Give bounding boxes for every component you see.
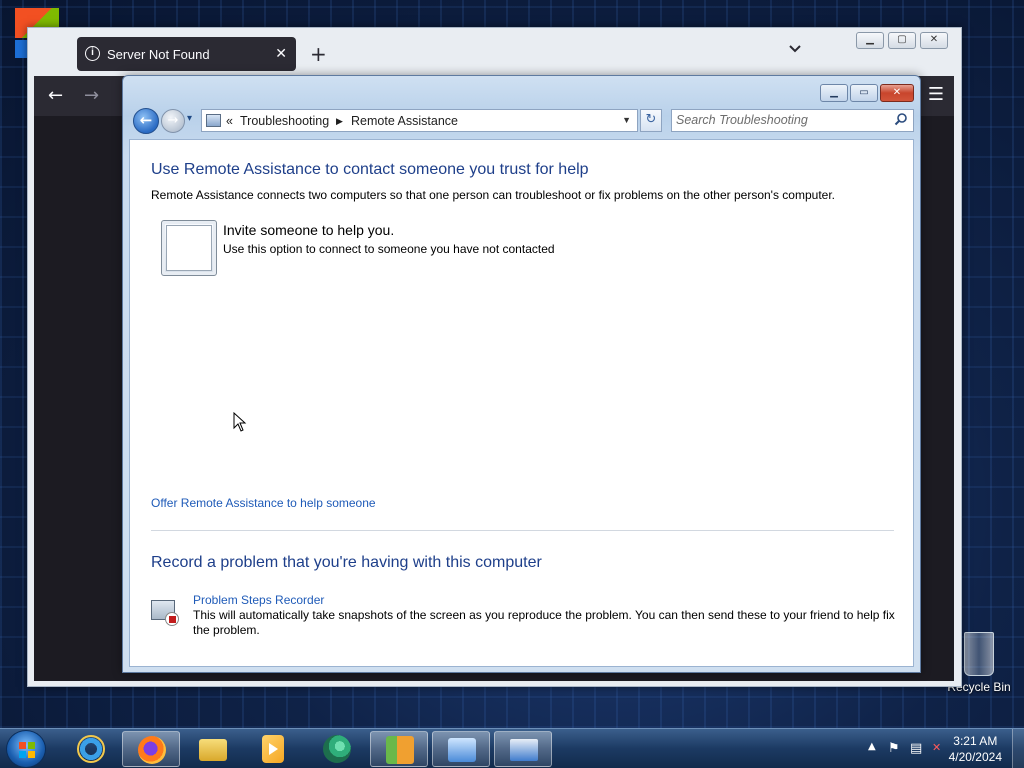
- problem-steps-recorder-icon[interactable]: [151, 598, 181, 626]
- start-button[interactable]: [6, 730, 46, 768]
- recent-pages-dropdown[interactable]: ▾: [187, 113, 192, 124]
- remote-assistance-description: Remote Assistance connects two computers…: [151, 188, 835, 202]
- window-close-button[interactable]: ✕: [880, 84, 914, 102]
- internet-explorer-icon: [77, 735, 105, 763]
- network-icon[interactable]: ▤: [910, 741, 926, 757]
- taskbar: ▲ ⚑ ▤ ✕ 3:21 AM 4/20/2024: [0, 728, 1024, 768]
- address-overflow-chevron[interactable]: «: [226, 114, 233, 128]
- explorer-toolbar: ← → ▾ « Troubleshooting ▶ Remote Assista…: [131, 107, 916, 135]
- remote-assistance-window: ▁ ▭ ✕ ← → ▾ « Troubleshooting ▶ Remote A…: [122, 75, 921, 673]
- problem-steps-recorder-link[interactable]: Problem Steps Recorder: [193, 593, 324, 607]
- tab-close-button[interactable]: ✕: [275, 45, 287, 62]
- folder-icon: [199, 739, 227, 761]
- taskbar-media-player[interactable]: [244, 731, 302, 767]
- volume-muted-icon[interactable]: ✕: [932, 741, 948, 757]
- nav-forward-button[interactable]: →: [161, 109, 185, 133]
- search-icon[interactable]: [894, 112, 908, 129]
- media-player-icon: [262, 735, 284, 763]
- taskbar-control-panel[interactable]: [370, 731, 428, 767]
- taskbar-remote-desktop[interactable]: [432, 731, 490, 767]
- nav-back-button[interactable]: ←: [133, 108, 159, 134]
- browser-tab[interactable]: i Server Not Found ✕: [77, 37, 296, 71]
- taskbar-browser-app[interactable]: [308, 731, 366, 767]
- browser-menu-button[interactable]: ☰: [928, 84, 944, 105]
- firefox-icon: [138, 736, 166, 764]
- recycle-bin-icon: [964, 632, 994, 676]
- list-all-tabs-button[interactable]: [788, 43, 802, 58]
- browser-tab-strip: i Server Not Found ✕ + ▁ ▢ ✕: [28, 28, 961, 76]
- search-box: [671, 109, 914, 132]
- clock-date: 4/20/2024: [948, 750, 1002, 764]
- taskbar-display-app[interactable]: [494, 731, 552, 767]
- address-bar[interactable]: « Troubleshooting ▶ Remote Assistance ▼: [201, 109, 638, 132]
- action-center-flag-icon[interactable]: ⚑: [888, 741, 904, 757]
- problem-steps-recorder-description: This will automatically take snapshots o…: [193, 608, 895, 637]
- browser-close-button[interactable]: ✕: [920, 32, 948, 49]
- heading-remote-assistance: Use Remote Assistance to contact someone…: [151, 161, 589, 178]
- display-app-icon: [510, 739, 538, 761]
- windows-logo-icon: [19, 742, 35, 758]
- breadcrumb-separator-icon[interactable]: ▶: [336, 116, 343, 127]
- heading-record-problem: Record a problem that you're having with…: [151, 554, 542, 571]
- search-input[interactable]: [676, 113, 886, 127]
- section-divider: [151, 530, 894, 531]
- info-icon: i: [85, 46, 100, 61]
- refresh-button[interactable]: ↻: [640, 109, 662, 132]
- taskbar-firefox[interactable]: [122, 731, 180, 767]
- window-maximize-button[interactable]: ▭: [850, 84, 878, 102]
- browser-tab-title: Server Not Found: [107, 47, 210, 62]
- address-dropdown-button[interactable]: ▼: [622, 115, 631, 125]
- window-minimize-button[interactable]: ▁: [820, 84, 848, 102]
- offer-remote-assistance-link[interactable]: Offer Remote Assistance to help someone: [151, 496, 376, 510]
- taskbar-internet-explorer[interactable]: [62, 731, 120, 767]
- content-pane: Use Remote Assistance to contact someone…: [129, 139, 914, 667]
- remote-desktop-icon: [448, 738, 476, 762]
- browser-back-button[interactable]: ←: [48, 85, 63, 106]
- breadcrumb-remote-assistance[interactable]: Remote Assistance: [351, 114, 458, 128]
- clock[interactable]: 3:21 AM 4/20/2024: [949, 733, 1002, 765]
- chevron-down-icon: [789, 45, 801, 53]
- show-hidden-icons-button[interactable]: ▲: [868, 741, 876, 752]
- taskbar-file-explorer[interactable]: [184, 731, 242, 767]
- new-tab-button[interactable]: +: [310, 42, 327, 66]
- invite-option-icon[interactable]: [161, 220, 217, 276]
- browser-minimize-button[interactable]: ▁: [856, 32, 884, 49]
- browser-forward-button[interactable]: →: [84, 85, 99, 106]
- show-desktop-button[interactable]: [1012, 729, 1024, 768]
- clock-time: 3:21 AM: [953, 734, 998, 748]
- control-panel-icon: [386, 736, 414, 764]
- control-panel-icon: [206, 114, 221, 127]
- invite-option-title[interactable]: Invite someone to help you.: [223, 222, 394, 238]
- system-tray: ▲ ⚑ ▤ ✕ 3:21 AM 4/20/2024: [834, 729, 1024, 768]
- browser-app-icon: [323, 735, 351, 763]
- browser-maximize-button[interactable]: ▢: [888, 32, 916, 49]
- breadcrumb-troubleshooting[interactable]: Troubleshooting: [240, 114, 329, 128]
- invite-option-description[interactable]: Use this option to connect to someone yo…: [223, 242, 555, 256]
